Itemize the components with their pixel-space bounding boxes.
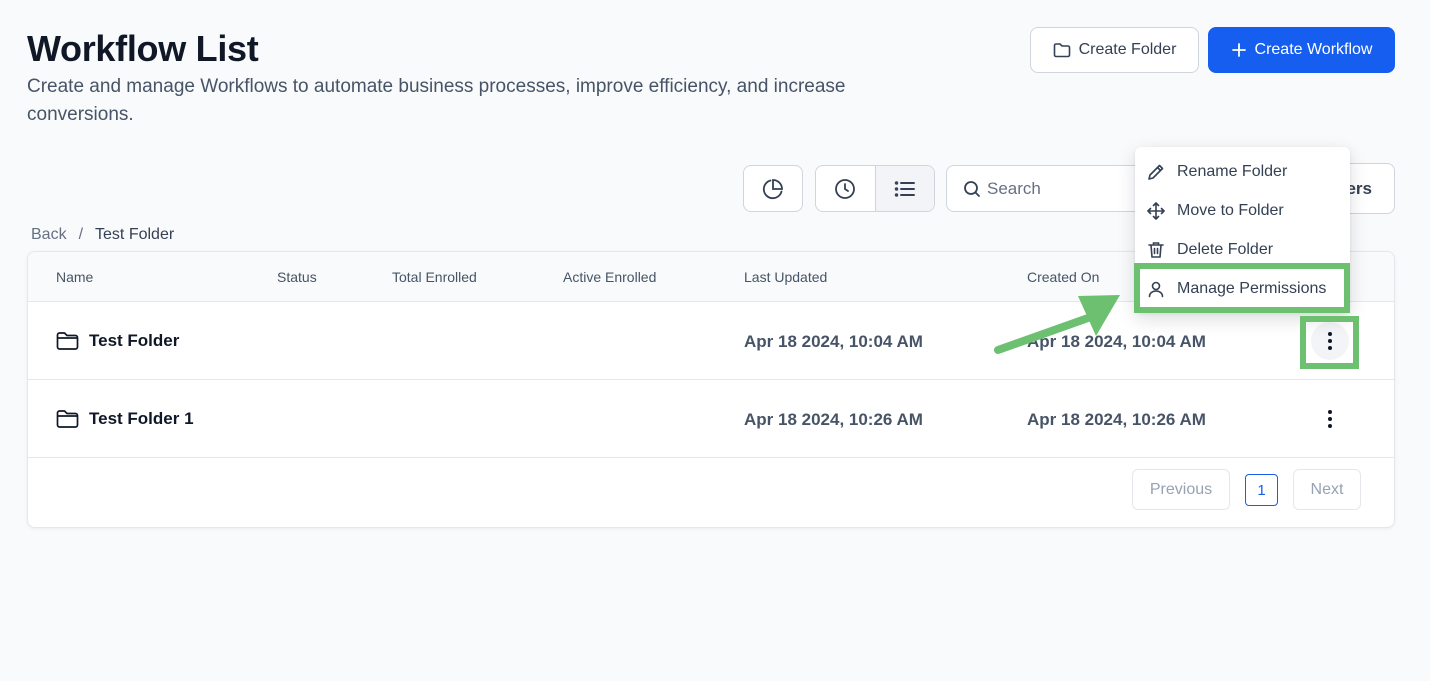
page-number-button[interactable]: 1 [1245, 474, 1278, 506]
pencil-icon [1148, 164, 1164, 180]
folder-icon [56, 410, 79, 428]
pie-chart-icon [762, 178, 783, 199]
row-name-label: Test Folder [89, 331, 180, 350]
breadcrumb-current: Test Folder [95, 226, 175, 243]
next-page-button[interactable]: Next [1293, 469, 1361, 510]
column-header-name[interactable]: Name [56, 269, 93, 285]
previous-page-button[interactable]: Previous [1132, 469, 1230, 510]
row-last-updated: Apr 18 2024, 10:04 AM [744, 332, 923, 351]
clock-icon [835, 178, 856, 199]
row-name[interactable]: Test Folder [56, 331, 179, 351]
analytics-button[interactable] [743, 165, 803, 212]
view-toggle [815, 165, 935, 212]
column-header-created-on[interactable]: Created On [1027, 269, 1099, 285]
highlight-box-row-actions [1300, 316, 1359, 369]
highlight-box-manage-permissions [1134, 263, 1350, 313]
table-row[interactable]: Test Folder Apr 18 2024, 10:04 AM Apr 18… [28, 302, 1394, 380]
row-name[interactable]: Test Folder 1 [56, 409, 194, 429]
plus-icon [1231, 43, 1246, 57]
menu-item-rename-folder[interactable]: Rename Folder [1135, 152, 1350, 191]
menu-item-label: Move to Folder [1177, 201, 1284, 219]
menu-item-label: Rename Folder [1177, 162, 1288, 180]
table-row[interactable]: Test Folder 1 Apr 18 2024, 10:26 AM Apr … [28, 380, 1394, 458]
menu-item-label: Delete Folder [1177, 240, 1274, 258]
list-icon [894, 180, 915, 197]
row-name-label: Test Folder 1 [89, 409, 194, 428]
search-box [946, 165, 1146, 212]
list-view-button[interactable] [874, 166, 934, 211]
create-workflow-button[interactable]: Create Workflow [1208, 27, 1395, 73]
breadcrumb: Back / Test Folder [31, 226, 174, 244]
breadcrumb-back-link[interactable]: Back [31, 226, 67, 244]
page-subtitle: Create and manage Workflows to automate … [27, 76, 846, 125]
folder-icon [1053, 43, 1070, 58]
annotation-arrow-icon [994, 295, 1120, 354]
page-title: Workflow List [27, 28, 259, 69]
trash-icon [1148, 241, 1164, 258]
move-icon [1147, 201, 1165, 220]
recent-view-button[interactable] [816, 166, 875, 211]
create-folder-button[interactable]: Create Folder [1030, 27, 1199, 73]
row-actions-button[interactable] [1311, 400, 1349, 438]
column-header-total-enrolled[interactable]: Total Enrolled [392, 269, 477, 285]
column-header-status[interactable]: Status [277, 269, 317, 285]
search-icon [964, 180, 980, 197]
column-header-last-updated[interactable]: Last Updated [744, 269, 827, 285]
column-header-active-enrolled[interactable]: Active Enrolled [563, 269, 656, 285]
create-workflow-label: Create Workflow [1254, 41, 1373, 58]
more-vertical-icon [1328, 410, 1332, 428]
row-created-on: Apr 18 2024, 10:26 AM [1027, 410, 1206, 429]
row-last-updated: Apr 18 2024, 10:26 AM [744, 410, 923, 429]
breadcrumb-separator: / [78, 226, 84, 243]
search-input[interactable] [987, 178, 1137, 199]
create-folder-label: Create Folder [1078, 41, 1177, 58]
folder-icon [56, 332, 79, 350]
menu-item-move-to-folder[interactable]: Move to Folder [1135, 191, 1350, 230]
